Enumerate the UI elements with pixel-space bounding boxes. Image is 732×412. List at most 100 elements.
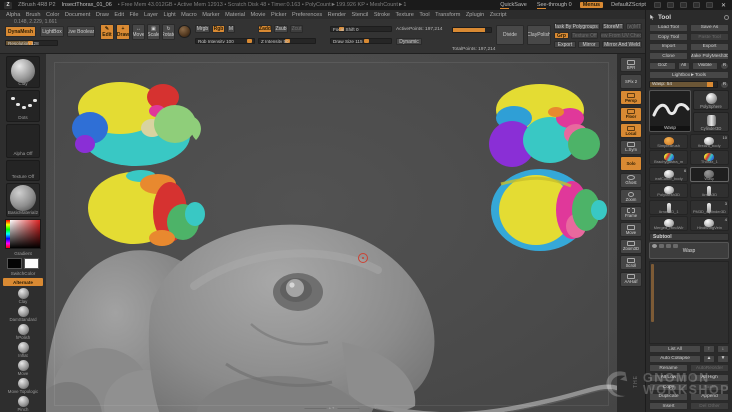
- zsub-button[interactable]: Zsub: [274, 25, 288, 33]
- menu-edit[interactable]: Edit: [114, 12, 124, 18]
- menu-zplugin[interactable]: Zplugin: [466, 12, 484, 18]
- secondary-color-swatch[interactable]: [24, 258, 39, 270]
- menu-transform[interactable]: Transform: [435, 12, 460, 18]
- move-button[interactable]: ↔ Move: [132, 24, 145, 40]
- menu-macro[interactable]: Macro: [181, 12, 197, 18]
- menu-zscript[interactable]: Zscript: [490, 12, 507, 18]
- quick-brush-move[interactable]: Move: [3, 359, 43, 376]
- rename-button[interactable]: Rename: [649, 364, 688, 372]
- claypolish-button[interactable]: ClayPolish: [527, 25, 551, 45]
- subtool-list-empty-area[interactable]: [649, 260, 729, 344]
- collapse-down-button[interactable]: ▼: [717, 354, 729, 363]
- copy-tool-button[interactable]: Copy Tool: [649, 33, 688, 41]
- palette-menu-icon[interactable]: [724, 14, 729, 20]
- mrgb-button[interactable]: Mrgb: [195, 25, 210, 33]
- menu-document[interactable]: Document: [65, 12, 91, 18]
- wmt-button[interactable]: (w)MT: [626, 23, 642, 30]
- current-stroke-thumbnail[interactable]: Dots: [6, 89, 40, 122]
- color-picker[interactable]: [5, 219, 41, 250]
- canvas-bottom-handle[interactable]: ▲▼: [303, 406, 360, 410]
- auto-reorder-button[interactable]: AutoReorder: [690, 364, 729, 372]
- tool-grid-item[interactable]: Arrow3D: [689, 183, 729, 198]
- goz-visible-button[interactable]: Visible: [691, 61, 718, 70]
- scale-button[interactable]: ▣ Scale: [147, 24, 160, 40]
- alternate-button[interactable]: Alternate: [3, 278, 43, 286]
- subdivision-slider[interactable]: [452, 27, 492, 33]
- tool-slider[interactable]: Wasp: 54: [649, 80, 718, 88]
- import-button[interactable]: Import: [649, 42, 688, 51]
- default-zscript-button[interactable]: DefaultZScript: [609, 2, 648, 8]
- brush-hand-icon[interactable]: [679, 2, 687, 8]
- ghost-transparency-button[interactable]: Ghost: [620, 172, 642, 188]
- tool-grid-item[interactable]: Brachygastra_m: [649, 150, 689, 165]
- lightbox-tools-button[interactable]: Lightbox►Tools: [649, 71, 729, 79]
- collapse-up-button[interactable]: ▲: [703, 354, 715, 363]
- move-view-button[interactable]: Move: [620, 222, 642, 237]
- export-tool-button[interactable]: Export: [690, 42, 729, 51]
- make-polymesh3d-button[interactable]: Make PolyMesh3D: [690, 52, 729, 60]
- menu-file[interactable]: File: [130, 12, 139, 18]
- menu-preferences[interactable]: Preferences: [292, 12, 322, 18]
- user-icon[interactable]: [705, 2, 713, 8]
- texture-off-button[interactable]: Texture Off: [571, 32, 598, 39]
- all-high-button[interactable]: All High: [690, 373, 729, 382]
- mask-by-polygroups-button[interactable]: Mask By Polygroups 0: [554, 23, 600, 30]
- tool-grid-item[interactable]: Merged_HindWir: [649, 216, 689, 231]
- resolution-slider[interactable]: Resolution 128: [5, 40, 58, 46]
- tool-grid-item[interactable]: Thorax_1: [689, 150, 729, 165]
- menu-layer[interactable]: Layer: [144, 12, 158, 18]
- quick-brush-inflat[interactable]: Inflat: [3, 341, 43, 358]
- menu-stroke[interactable]: Stroke: [374, 12, 390, 18]
- divide-button[interactable]: Divide: [496, 25, 524, 45]
- document-canvas[interactable]: ▲▼: [46, 54, 617, 412]
- z-intensity-slider[interactable]: Z Intensity 50: [258, 38, 316, 44]
- floor-button[interactable]: Floor: [620, 106, 642, 122]
- menu-light[interactable]: Light: [164, 12, 176, 18]
- quick-brush-move-topological[interactable]: Move Topologic: [3, 377, 43, 394]
- tool-grid-item[interactable]: leafCutter_body 6: [649, 166, 689, 182]
- m-button[interactable]: M: [227, 25, 235, 33]
- subtool-down-button[interactable]: ↓: [717, 345, 729, 353]
- insert-button[interactable]: Insert: [649, 402, 688, 410]
- menu-brush[interactable]: Brush: [26, 12, 41, 18]
- menu-marker[interactable]: Marker: [202, 12, 219, 18]
- tool-thumb-polysphere[interactable]: PolySphere: [693, 90, 729, 110]
- zoom3d-button[interactable]: Zoom3D: [620, 238, 642, 254]
- goz-r-button[interactable]: R: [720, 61, 729, 70]
- tool-palette-header[interactable]: Tool: [649, 12, 729, 22]
- draw-button[interactable]: + Draw: [116, 24, 130, 40]
- del-other-button[interactable]: Del Other: [690, 402, 729, 410]
- tool-grid-item[interactable]: PM3D_Cylinder3D3: [689, 199, 729, 215]
- menu-tool[interactable]: Tool: [419, 12, 429, 18]
- dynamic-button[interactable]: Dynamic: [396, 38, 422, 45]
- quicksave-button[interactable]: QuickSave: [498, 2, 529, 9]
- persp-button[interactable]: Persp: [620, 90, 642, 105]
- saturation-value-square[interactable]: [10, 220, 40, 249]
- scroll-button[interactable]: Scroll: [620, 255, 642, 270]
- frame-button[interactable]: Frame: [620, 205, 642, 221]
- subtool-up-button[interactable]: ↑: [703, 345, 715, 353]
- save-as-button[interactable]: Save As: [690, 23, 729, 32]
- grp-button[interactable]: Grp: [554, 32, 569, 39]
- slider-r-button[interactable]: R: [720, 80, 729, 89]
- menu-render[interactable]: Render: [328, 12, 346, 18]
- paste-subtool-button[interactable]: Paste: [690, 383, 729, 391]
- new-from-uv-check-button[interactable]: New From UV Check: [600, 32, 642, 39]
- copy-subtool-button[interactable]: Copy: [649, 383, 688, 391]
- menus-button[interactable]: Menus: [579, 2, 604, 8]
- draw-size-slider[interactable]: Draw Size 115: [330, 38, 392, 44]
- menu-movie[interactable]: Movie: [251, 12, 266, 18]
- subtool-scrollbar[interactable]: [651, 263, 654, 322]
- menu-stencil[interactable]: Stencil: [352, 12, 369, 18]
- auto-collapse-button[interactable]: Auto Collapse: [649, 354, 701, 363]
- tool-grid-item[interactable]: fireAnt_body 10: [689, 133, 729, 149]
- tool-thumb-cylinder3d[interactable]: Cylinder3D: [693, 112, 729, 132]
- menu-draw[interactable]: Draw: [96, 12, 109, 18]
- palette-config-icon[interactable]: [666, 2, 674, 8]
- tool-grid-item-selected[interactable]: Wasp: [689, 166, 729, 182]
- gradient-label[interactable]: Gradient: [14, 251, 32, 256]
- see-through-slider[interactable]: See-through 0: [535, 2, 574, 9]
- rgb-intensity-slider[interactable]: Rgb Intensity 100: [195, 38, 255, 44]
- subtool-list-item-wasp[interactable]: Wasp: [649, 242, 729, 259]
- goz-button[interactable]: GoZ: [649, 61, 676, 70]
